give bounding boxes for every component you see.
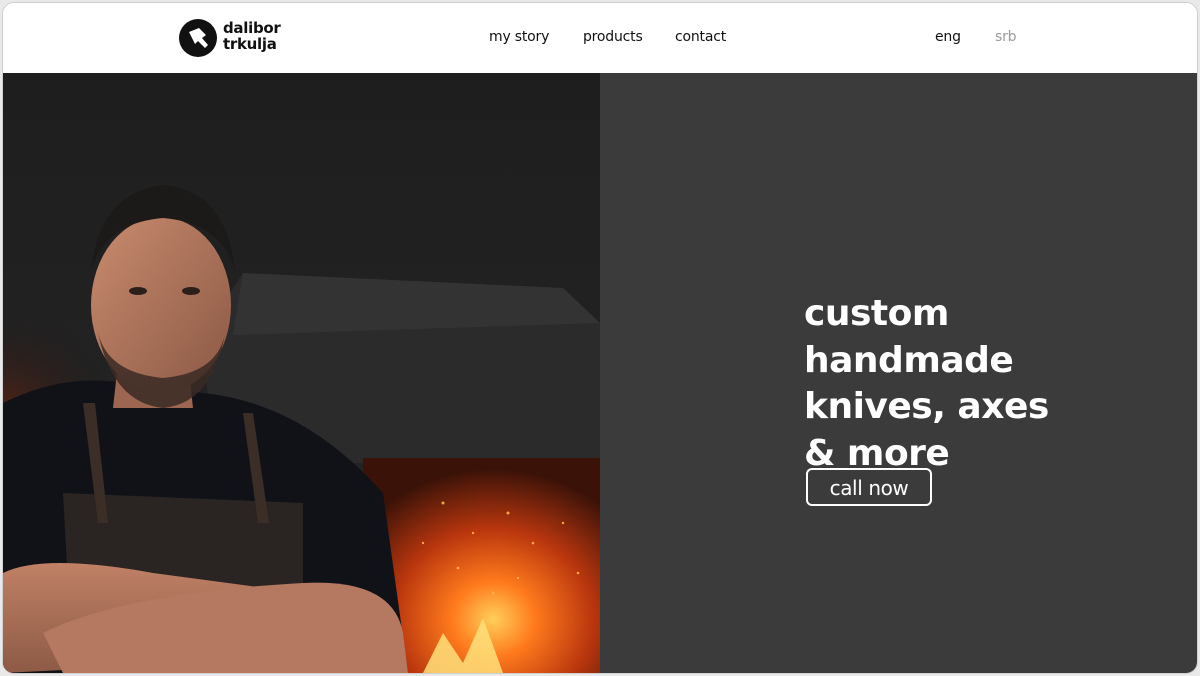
lang-srb[interactable]: srb — [995, 29, 1017, 45]
brand-name-line1: dalibor — [223, 19, 281, 37]
logo-link[interactable]: dalibor trkulja — [179, 17, 289, 59]
brand-name-line2: trkulja — [223, 35, 277, 53]
hero-headline: custom handmade knives, axes & more — [804, 291, 1184, 477]
lang-eng[interactable]: eng — [935, 29, 961, 45]
headline-line-3: knives, axes — [804, 386, 1049, 428]
blacksmith-photo-illustration — [3, 73, 600, 673]
nav-products[interactable]: products — [583, 29, 643, 45]
nav-my-story[interactable]: my story — [489, 29, 549, 45]
headline-line-1: custom — [804, 293, 949, 335]
nav-contact[interactable]: contact — [675, 29, 726, 45]
hammer-icon — [179, 19, 217, 57]
hero-photo — [3, 73, 600, 673]
call-now-button[interactable]: call now — [806, 468, 932, 506]
site-header: dalibor trkulja my story products contac… — [3, 3, 1197, 74]
headline-line-2: handmade — [804, 339, 1014, 381]
browser-frame: dalibor trkulja my story products contac… — [2, 2, 1198, 674]
brand-name: dalibor trkulja — [223, 19, 281, 53]
hero-panel: custom handmade knives, axes & more call… — [600, 73, 1197, 673]
